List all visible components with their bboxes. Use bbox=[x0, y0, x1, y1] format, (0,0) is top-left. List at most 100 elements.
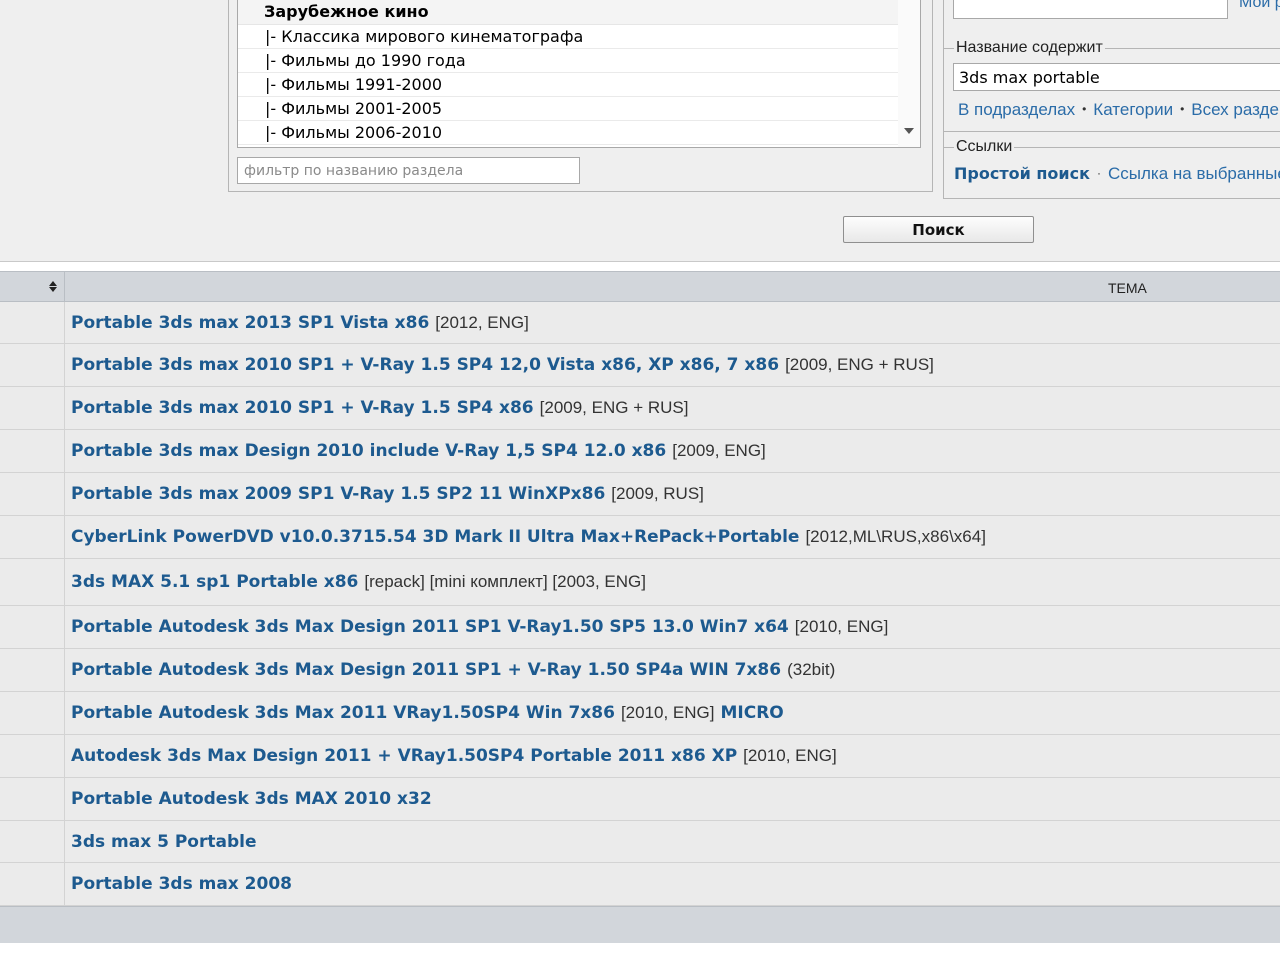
row-status-cell bbox=[0, 821, 65, 862]
topic-link[interactable]: Portable Autodesk 3ds Max 2011 VRay1.50S… bbox=[71, 703, 615, 723]
scope-link-subforums[interactable]: В подразделах bbox=[958, 100, 1075, 119]
forum-option[interactable]: |- Фильмы до 1990 года bbox=[238, 49, 898, 73]
selected-link[interactable]: Ссылка на выбранные bbox=[1108, 164, 1280, 183]
row-status-cell bbox=[0, 430, 65, 472]
row-status-cell bbox=[0, 559, 65, 605]
links-row: Простой поиск · Ссылка на выбранные bbox=[954, 164, 1280, 184]
title-search-input[interactable] bbox=[953, 63, 1280, 91]
topic-link[interactable]: Portable Autodesk 3ds Max Design 2011 SP… bbox=[71, 617, 789, 637]
topic-link[interactable]: Portable 3ds max 2008 bbox=[71, 874, 292, 894]
topic-cell: Portable 3ds max 2010 SP1 + V-Ray 1.5 SP… bbox=[71, 344, 934, 386]
separator-dot: • bbox=[1082, 102, 1087, 116]
forum-option[interactable]: |- Фильмы 2006-2010 bbox=[238, 121, 898, 145]
row-status-cell bbox=[0, 344, 65, 386]
search-form-panel: Зарубежное кино |- Классика мирового кин… bbox=[0, 0, 1280, 262]
row-status-cell bbox=[0, 302, 65, 343]
topic-meta: [2009, RUS] bbox=[611, 484, 704, 503]
topic-cell: Portable 3ds max Design 2010 include V-R… bbox=[71, 430, 766, 472]
table-row: Portable 3ds max 2008 bbox=[0, 863, 1280, 906]
topic-link[interactable]: Portable 3ds max 2010 SP1 + V-Ray 1.5 SP… bbox=[71, 355, 779, 375]
forum-category[interactable]: Зарубежное кино bbox=[238, 0, 898, 25]
topic-cell: Portable Autodesk 3ds MAX 2010 x32 bbox=[71, 778, 432, 820]
topic-meta: (32bit) bbox=[787, 660, 836, 679]
topic-meta: [2012,ML\RUS,x86\x64] bbox=[805, 527, 986, 546]
topic-meta: [2009, ENG + RUS] bbox=[539, 398, 689, 417]
topic-meta: [2009, ENG + RUS] bbox=[785, 355, 934, 374]
table-row: Portable 3ds max 2010 SP1 + V-Ray 1.5 SP… bbox=[0, 344, 1280, 387]
author-input[interactable] bbox=[953, 0, 1228, 19]
topic-link[interactable]: Portable 3ds max 2009 SP1 V-Ray 1.5 SP2 … bbox=[71, 484, 605, 504]
topic-link[interactable]: Portable 3ds max 2010 SP1 + V-Ray 1.5 SP… bbox=[71, 398, 534, 418]
topic-link[interactable]: 3ds max 5 Portable bbox=[71, 832, 257, 852]
table-row: Autodesk 3ds Max Design 2011 + VRay1.50S… bbox=[0, 735, 1280, 778]
topic-cell: CyberLink PowerDVD v10.0.3715.54 3D Mark… bbox=[71, 516, 986, 558]
search-scope-links: В подразделах • Категории • Всех разде bbox=[958, 100, 1279, 120]
row-status-cell bbox=[0, 606, 65, 648]
simple-search-link[interactable]: Простой поиск bbox=[954, 164, 1090, 183]
row-status-cell bbox=[0, 735, 65, 777]
search-button[interactable]: Поиск bbox=[843, 216, 1034, 243]
list-scrollbar[interactable] bbox=[898, 0, 920, 147]
my-topics-link[interactable]: Мои р bbox=[1239, 0, 1280, 12]
title-contains-legend: Название содержит bbox=[954, 39, 1105, 57]
row-status-cell bbox=[0, 692, 65, 734]
topic-link[interactable]: 3ds MAX 5.1 sp1 Portable x86 bbox=[71, 572, 358, 592]
topic-cell: Portable 3ds max 2008 bbox=[71, 863, 292, 905]
topic-meta: [2009, ENG] bbox=[672, 441, 766, 460]
table-row: Portable Autodesk 3ds MAX 2010 x32 bbox=[0, 778, 1280, 821]
topic-link[interactable]: Portable Autodesk 3ds MAX 2010 x32 bbox=[71, 789, 432, 809]
links-fieldset: Ссылки Простой поиск · Ссылка на выбранные bbox=[944, 138, 1280, 199]
sort-column[interactable] bbox=[0, 272, 65, 302]
topic-meta: [2010, ENG] bbox=[620, 703, 715, 722]
row-status-cell bbox=[0, 387, 65, 429]
topic-meta: [2010, ENG] bbox=[743, 746, 837, 765]
row-status-cell bbox=[0, 778, 65, 820]
table-row: Portable 3ds max Design 2010 include V-R… bbox=[0, 430, 1280, 473]
forum-select-list[interactable]: Зарубежное кино |- Классика мирового кин… bbox=[237, 0, 921, 148]
topic-cell: 3ds max 5 Portable bbox=[71, 821, 257, 862]
results-table: ТЕМА Portable 3ds max 2013 SP1 Vista x86… bbox=[0, 271, 1280, 906]
scope-link-all[interactable]: Всех разде bbox=[1191, 100, 1279, 119]
topic-meta: [repack] [mini комплект] [2003, ENG] bbox=[364, 572, 646, 591]
row-status-cell bbox=[0, 516, 65, 558]
separator-dot: • bbox=[1180, 102, 1185, 116]
results-footer bbox=[0, 906, 1280, 943]
topic-cell: Portable 3ds max 2013 SP1 Vista x86 [2012… bbox=[71, 302, 529, 343]
topic-cell: Portable Autodesk 3ds Max Design 2011 SP… bbox=[71, 649, 835, 691]
results-body: Portable 3ds max 2013 SP1 Vista x86 [2012… bbox=[0, 302, 1280, 906]
row-status-cell bbox=[0, 473, 65, 515]
topic-link[interactable]: Autodesk 3ds Max Design 2011 + VRay1.50S… bbox=[71, 746, 737, 766]
scope-link-categories[interactable]: Категории bbox=[1093, 100, 1173, 119]
forum-options: Зарубежное кино |- Классика мирового кин… bbox=[238, 0, 898, 145]
links-legend: Ссылки bbox=[954, 138, 1015, 156]
forum-option[interactable]: |- Фильмы 2001-2005 bbox=[238, 97, 898, 121]
row-status-cell bbox=[0, 863, 65, 905]
table-row: CyberLink PowerDVD v10.0.3715.54 3D Mark… bbox=[0, 516, 1280, 559]
topic-link[interactable]: Portable Autodesk 3ds Max Design 2011 SP… bbox=[71, 660, 781, 680]
table-row: Portable 3ds max 2010 SP1 + V-Ray 1.5 SP… bbox=[0, 387, 1280, 430]
forum-option[interactable]: |- Фильмы 1991-2000 bbox=[238, 73, 898, 97]
table-row: 3ds max 5 Portable bbox=[0, 821, 1280, 863]
table-row: Portable Autodesk 3ds Max 2011 VRay1.50S… bbox=[0, 692, 1280, 735]
topic-cell: Portable Autodesk 3ds Max Design 2011 SP… bbox=[71, 606, 888, 648]
topic-cell: Portable Autodesk 3ds Max 2011 VRay1.50S… bbox=[71, 692, 784, 734]
topic-cell: Portable 3ds max 2010 SP1 + V-Ray 1.5 SP… bbox=[71, 387, 688, 429]
title-contains-fieldset: Название содержит В подразделах • Категори… bbox=[944, 39, 1280, 132]
right-options-column: Мои р Название содержит В подразделах • Ка… bbox=[943, 0, 1280, 199]
topic-link[interactable]: Portable 3ds max Design 2010 include V-R… bbox=[71, 441, 666, 461]
sort-icon[interactable] bbox=[48, 280, 58, 294]
topic-link[interactable]: CyberLink PowerDVD v10.0.3715.54 3D Mark… bbox=[71, 527, 799, 547]
topic-column-header[interactable]: ТЕМА bbox=[1108, 280, 1147, 296]
topic-link[interactable]: Portable 3ds max 2013 SP1 Vista x86 bbox=[71, 313, 429, 333]
table-row: Portable Autodesk 3ds Max Design 2011 SP… bbox=[0, 649, 1280, 692]
separator-dot: · bbox=[1096, 166, 1101, 180]
table-row: 3ds MAX 5.1 sp1 Portable x86 [repack] [mi… bbox=[0, 559, 1280, 606]
scroll-down-arrow-icon[interactable] bbox=[904, 128, 914, 134]
forum-filter-input[interactable] bbox=[237, 157, 580, 184]
topic-meta: [2012, ENG] bbox=[435, 312, 529, 332]
topic-cell: Portable 3ds max 2009 SP1 V-Ray 1.5 SP2 … bbox=[71, 473, 704, 515]
table-row: Portable 3ds max 2009 SP1 V-Ray 1.5 SP2 … bbox=[0, 473, 1280, 516]
row-status-cell bbox=[0, 649, 65, 691]
forum-option[interactable]: |- Классика мирового кинематографа bbox=[238, 25, 898, 49]
table-row: Portable 3ds max 2013 SP1 Vista x86 [2012… bbox=[0, 302, 1280, 344]
